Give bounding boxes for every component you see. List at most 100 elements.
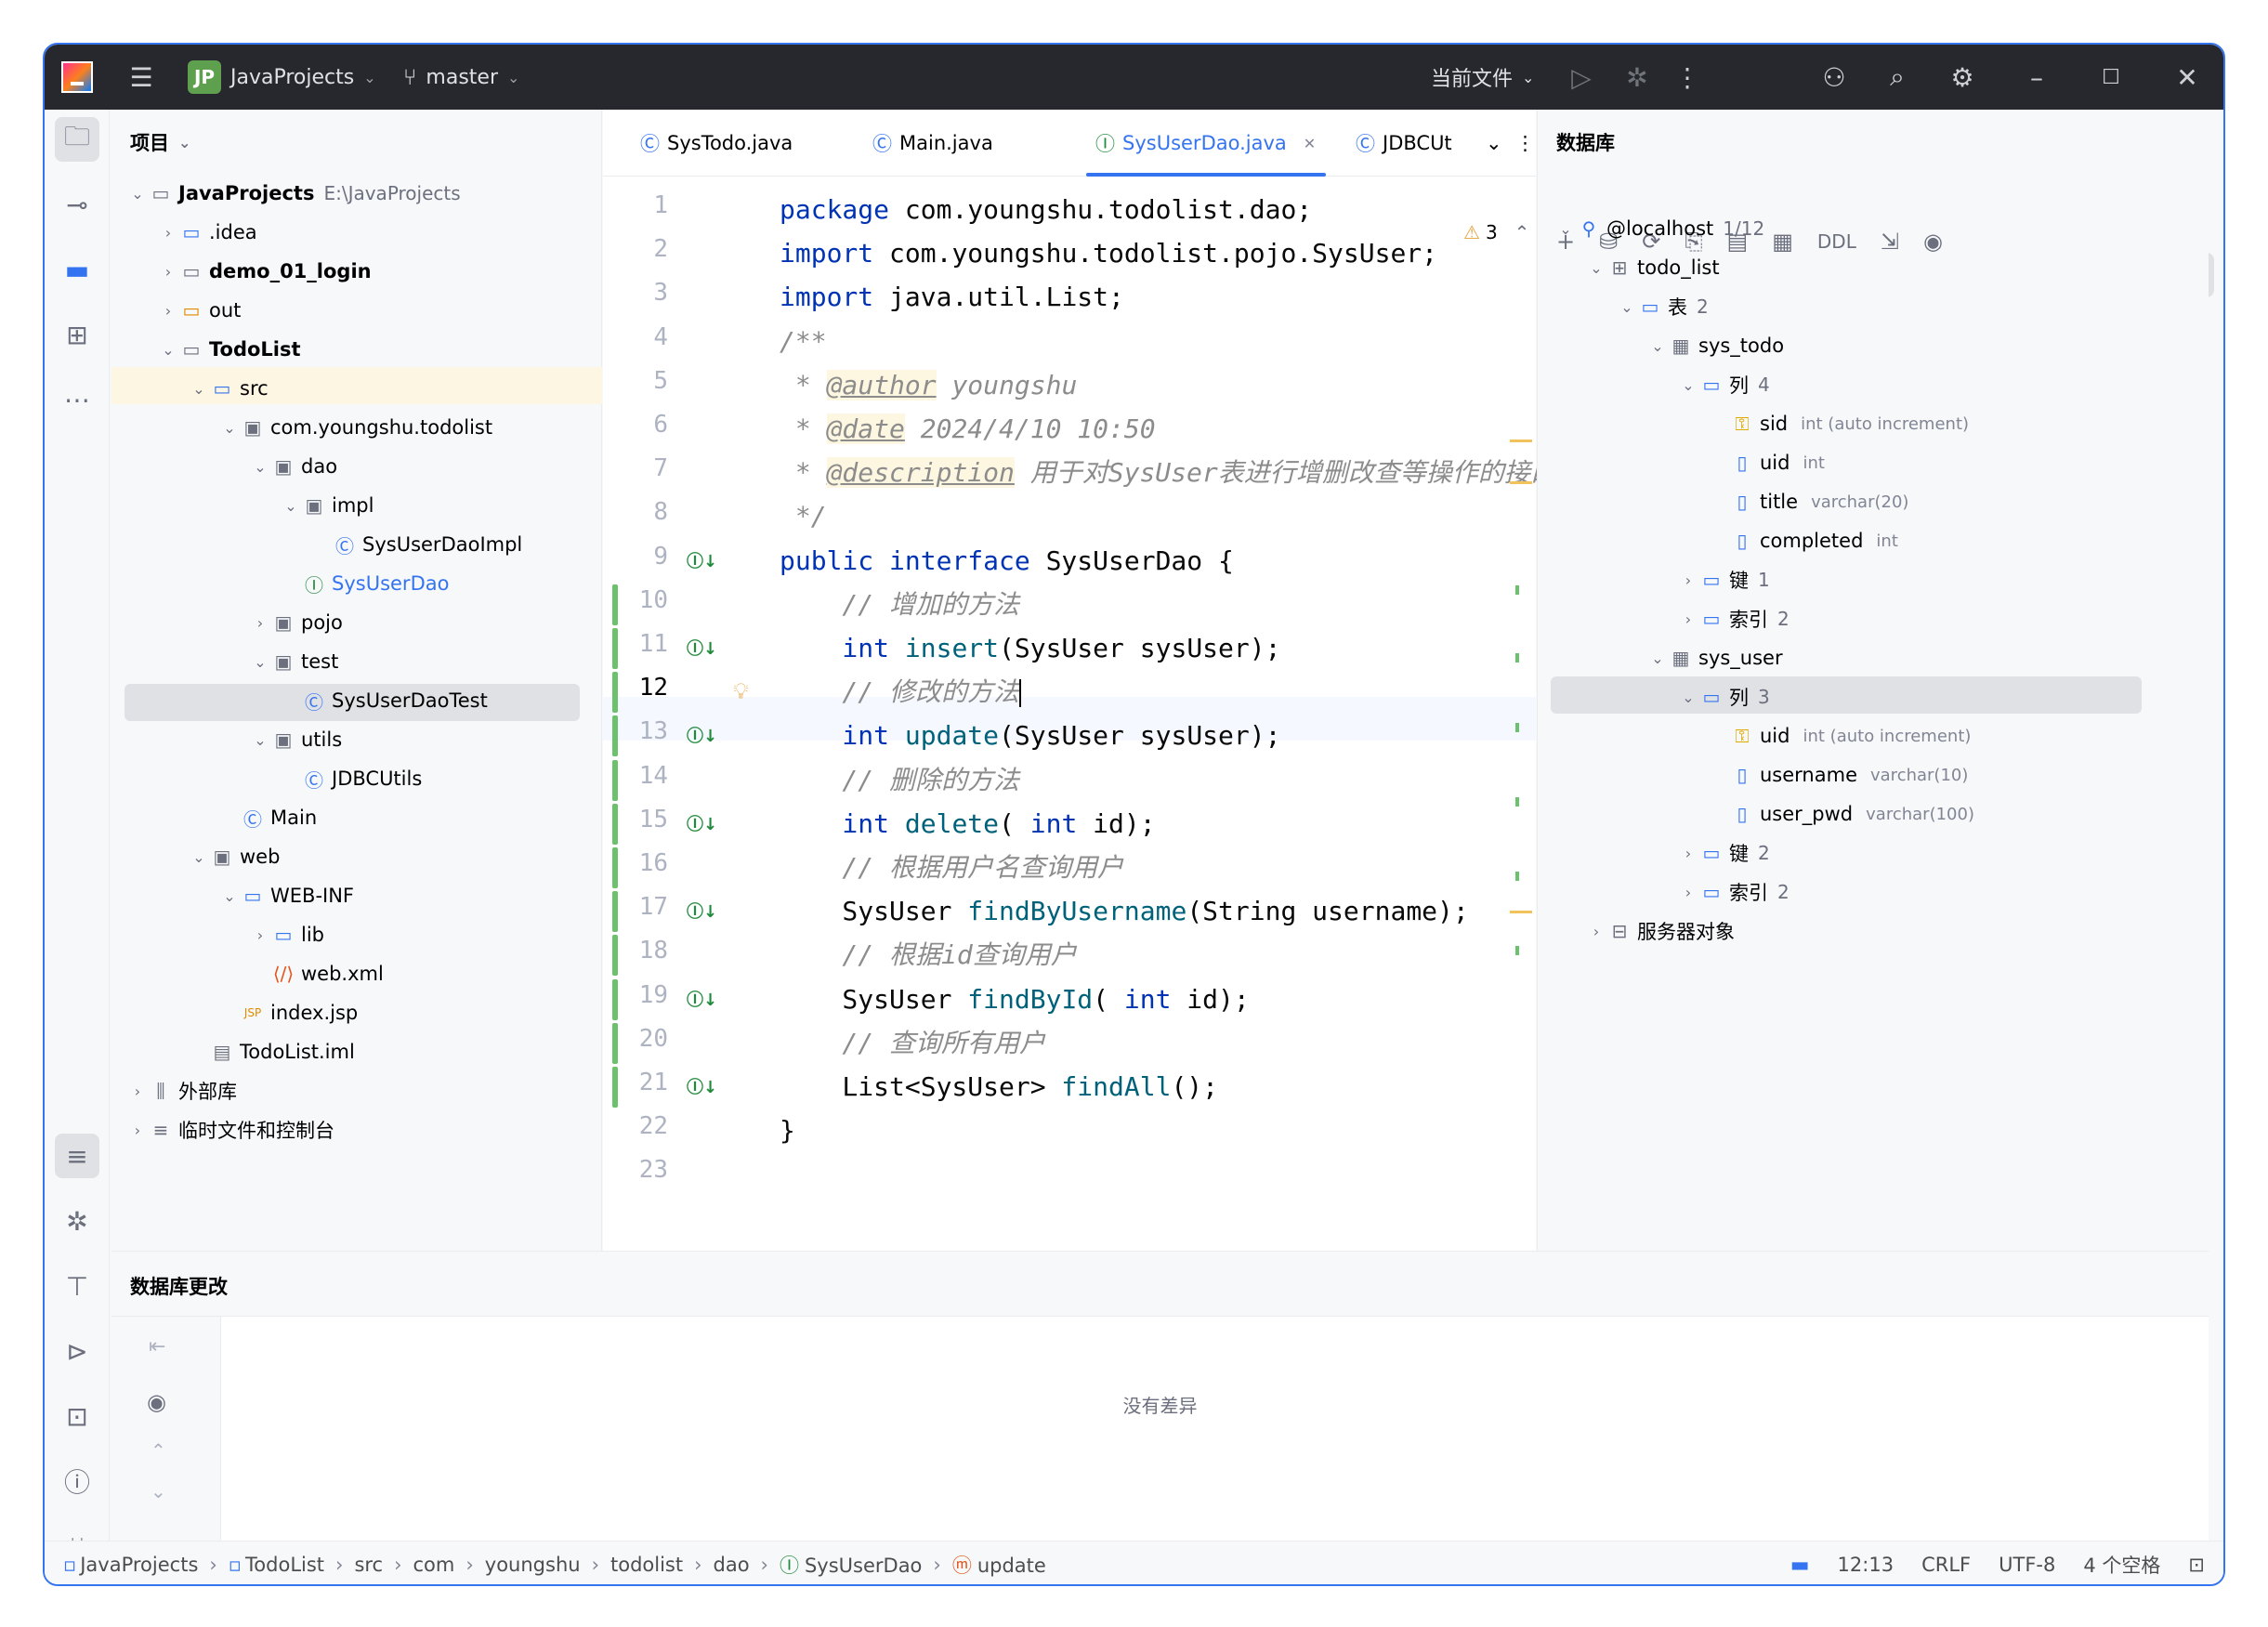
database-tree-item[interactable]: ▯ uid int [1708, 444, 1824, 481]
code-line[interactable]: // 修改的方法 💡︎ [733, 670, 1022, 714]
project-tree-item[interactable]: ⌄ ▭ TodoList [157, 331, 300, 368]
database-tree-item[interactable]: ⌄ ▭ 列 3 [1677, 678, 1769, 715]
code-line[interactable]: /** [780, 320, 827, 363]
code-line[interactable]: * @author youngshu [780, 363, 1077, 407]
project-tree-item[interactable]: ⌄ ▣ test [249, 643, 338, 680]
breadcrumb-item[interactable]: youngshu [485, 1554, 581, 1576]
jump-to-source-icon[interactable]: ⇲ [1881, 229, 1899, 255]
change-marker[interactable] [1515, 723, 1519, 732]
implemented-marker-icon[interactable]: Ⓘ↓ [687, 899, 717, 923]
change-bar[interactable] [612, 803, 618, 845]
chevron-down-icon[interactable]: ⌄ [126, 185, 149, 203]
chevron-right-icon[interactable]: › [157, 263, 179, 281]
revert-icon[interactable]: ⇤ [149, 1335, 165, 1358]
chevron-right-icon[interactable]: › [157, 224, 179, 242]
code-line[interactable]: // 增加的方法 [780, 583, 1019, 626]
code-line[interactable]: // 查询所有用户 [780, 1021, 1045, 1065]
project-tree-item[interactable]: ⌄ ▣ com.youngshu.todolist [218, 409, 492, 446]
chevron-down-icon[interactable]: ⌄ [188, 380, 210, 398]
chevron-down-icon[interactable]: ⌄ [249, 731, 271, 749]
structure-status-icon[interactable]: ▬ [1790, 1554, 1810, 1577]
chevron-down-icon[interactable]: ⌄ [151, 1480, 166, 1502]
project-tree-item[interactable]: › ▭ .idea [157, 214, 257, 251]
database-tree-item[interactable]: ⌄ ⊞ todo_list [1585, 249, 1719, 286]
implemented-marker-icon[interactable]: Ⓘ↓ [687, 1074, 717, 1098]
change-bar[interactable] [612, 715, 618, 757]
project-tree-item[interactable]: ⌄ ▭ JavaProjects E:\JavaProjects [126, 175, 460, 212]
chevron-right-icon[interactable]: › [126, 1082, 149, 1100]
more-tools-icon[interactable]: ⋯ [55, 377, 99, 422]
project-tree-item[interactable]: › ▭ out [157, 292, 242, 329]
code-line[interactable]: import com.youngshu.todolist.pojo.SysUse… [780, 231, 1437, 275]
implemented-marker-icon[interactable]: Ⓘ↓ [687, 636, 717, 660]
database-tree-item[interactable]: › ▭ 键 2 [1677, 834, 1770, 872]
chevron-down-icon[interactable]: ⌄ [249, 458, 271, 476]
change-marker[interactable] [1515, 585, 1519, 595]
commit-icon[interactable]: ⊸ [55, 182, 99, 227]
chevron-right-icon[interactable]: › [1677, 571, 1699, 589]
project-tree-item[interactable]: Ⓘ SysUserDao [280, 565, 449, 602]
change-bar[interactable] [612, 935, 618, 977]
database-tree-item[interactable]: ⌄ ▭ 表 2 [1616, 288, 1708, 325]
chevron-down-icon[interactable]: ⌄ [1554, 220, 1577, 238]
code-line[interactable]: int delete( int id); [780, 802, 1155, 846]
chevron-down-icon[interactable]: ⌄ [1646, 649, 1669, 667]
table-view-icon[interactable]: ▦ [1772, 229, 1793, 255]
warning-marker[interactable] [1510, 440, 1532, 442]
search-icon[interactable]: ⌕ [1879, 59, 1916, 96]
intention-bulb-icon[interactable]: 💡︎ [733, 670, 749, 714]
chevron-down-icon[interactable]: ⌄ [157, 341, 179, 359]
database-tree-item[interactable]: ▯ title varchar(20) [1708, 483, 1908, 520]
project-tree-item[interactable]: Ⓒ SysUserDaoImpl [310, 526, 522, 563]
project-tree-item[interactable]: ▤ TodoList.iml [188, 1033, 355, 1070]
project-tree-item[interactable]: ⌄ ▭ src [188, 370, 268, 407]
chevron-up-icon[interactable]: ⌃ [151, 1439, 166, 1462]
code-line[interactable]: SysUser findByUsername(String username); [780, 889, 1468, 933]
project-tree-item[interactable]: › ▣ pojo [249, 604, 343, 641]
code-line[interactable]: import java.util.List; [780, 275, 1124, 319]
project-tree-item[interactable]: › ⫼ 外部库 [126, 1072, 237, 1109]
change-bar[interactable] [612, 672, 618, 714]
implemented-marker-icon[interactable]: Ⓘ↓ [687, 723, 717, 747]
ddl-button[interactable]: DDL [1817, 230, 1856, 253]
code-line[interactable]: int update(SysUser sysUser); [780, 714, 1280, 757]
database-tree-item[interactable]: ⌄ ⚲ @localhost 1/12 [1554, 210, 1764, 247]
project-tree-item[interactable]: ⟨/⟩ web.xml [249, 955, 384, 992]
chevron-down-icon[interactable]: ⌄ [1616, 298, 1638, 316]
implemented-marker-icon[interactable]: Ⓘ↓ [687, 548, 717, 572]
warning-marker[interactable] [1510, 481, 1532, 484]
breadcrumb-item[interactable]: com [413, 1554, 455, 1576]
chevron-right-icon[interactable]: › [1677, 845, 1699, 862]
file-encoding[interactable]: UTF-8 [1999, 1554, 2055, 1576]
breadcrumb-item[interactable]: dao [714, 1554, 750, 1576]
change-marker[interactable] [1515, 653, 1519, 663]
database-tree-item[interactable]: ⚿ uid int (auto increment) [1708, 717, 1971, 754]
database-tree-item[interactable]: ▯ username varchar(10) [1708, 756, 1968, 794]
change-bar[interactable] [612, 978, 618, 1020]
view-options-icon[interactable]: ◉ [1923, 229, 1943, 255]
chevron-up-icon[interactable]: ⌃ [1514, 221, 1530, 243]
close-tab-icon[interactable]: ✕ [1304, 135, 1316, 152]
chevron-down-icon[interactable]: ⌄ [249, 653, 271, 671]
code-line[interactable]: * @date 2024/4/10 10:50 [780, 407, 1156, 451]
caret-position[interactable]: 12:13 [1838, 1554, 1894, 1576]
run-icon[interactable]: ▷ [1563, 59, 1600, 96]
code-line[interactable]: public interface SysUserDao { [780, 539, 1234, 583]
structure-icon[interactable]: ▬ [55, 247, 99, 292]
chevron-down-icon[interactable]: ⌄ [1646, 337, 1669, 355]
chevron-right-icon[interactable]: › [157, 302, 179, 320]
plugins-icon[interactable]: ⊞ [55, 312, 99, 357]
branch-switcher[interactable]: ⑂ master ⌄ [403, 45, 519, 110]
problems-icon[interactable]: ⓘ [55, 1459, 99, 1503]
code-line[interactable]: * @description 用于对SysUser表进行增删改查等操作的接口 [780, 451, 1556, 494]
project-tree-item[interactable]: Ⓒ SysUserDaoTest [280, 682, 488, 719]
change-marker[interactable] [1515, 872, 1519, 881]
add-user-icon[interactable]: ⚇ [1816, 59, 1853, 96]
project-tree-item[interactable]: › ▭ demo_01_login [157, 253, 372, 290]
breadcrumb-item[interactable]: ▫ JavaProjects [63, 1554, 198, 1576]
project-tree-item[interactable]: › ≡ 临时文件和控制台 [126, 1111, 334, 1148]
change-bar[interactable] [612, 759, 618, 801]
chevron-right-icon[interactable]: › [1677, 884, 1699, 901]
debug-tool-icon[interactable]: ✲ [55, 1199, 99, 1243]
chevron-down-icon[interactable]: ⌄ [1585, 259, 1607, 277]
